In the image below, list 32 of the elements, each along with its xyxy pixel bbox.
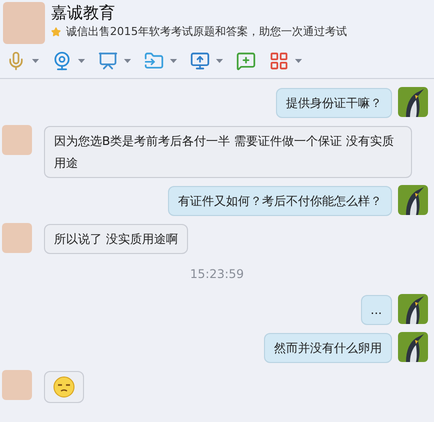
avatar-photo-placeholder <box>2 223 32 253</box>
apps-grid-icon <box>269 51 289 71</box>
caret-icon <box>170 59 177 63</box>
message-bubble: 因为您选B类是考前考后各付一半 需要证件做一个保证 没有实质用途 <box>44 126 412 178</box>
contact-signature: 诚信出售2015年软考考试原题和答案，助您一次通过考试 <box>66 24 347 40</box>
contact-name: 嘉诚教育 <box>51 2 116 24</box>
caret-icon <box>216 59 223 63</box>
message-bubble: 然而并没有什么卵用 <box>264 333 392 363</box>
smirk-emoji-icon <box>53 376 75 398</box>
caret-icon <box>78 59 85 63</box>
message-bubble: 所以说了 没实质用途啊 <box>44 224 188 254</box>
message-bubble: 提供身份证干嘛？ <box>276 88 392 118</box>
avatar-photo-placeholder <box>2 370 32 400</box>
caret-icon <box>124 59 131 63</box>
avatar-photo-placeholder <box>2 125 32 155</box>
presentation-icon <box>98 51 118 71</box>
star-icon <box>51 27 61 37</box>
caret-icon <box>295 59 302 63</box>
penguin-avatar <box>398 332 428 362</box>
caret-icon <box>32 59 39 63</box>
timestamp: 15:23:59 <box>190 266 244 283</box>
toolbar-button[interactable] <box>52 49 85 73</box>
monitor-icon <box>190 51 210 71</box>
penguin-avatar <box>398 87 428 117</box>
contact-photo-placeholder <box>3 2 45 44</box>
chat-plus-icon <box>236 51 256 71</box>
webcam-icon <box>52 51 72 71</box>
penguin-avatar <box>398 185 428 215</box>
message-bubble: ... <box>360 295 392 325</box>
folder-icon <box>144 51 164 71</box>
penguin-avatar <box>398 294 428 324</box>
message-bubble: 有证件又如何？考后不付你能怎么样？ <box>168 186 392 216</box>
